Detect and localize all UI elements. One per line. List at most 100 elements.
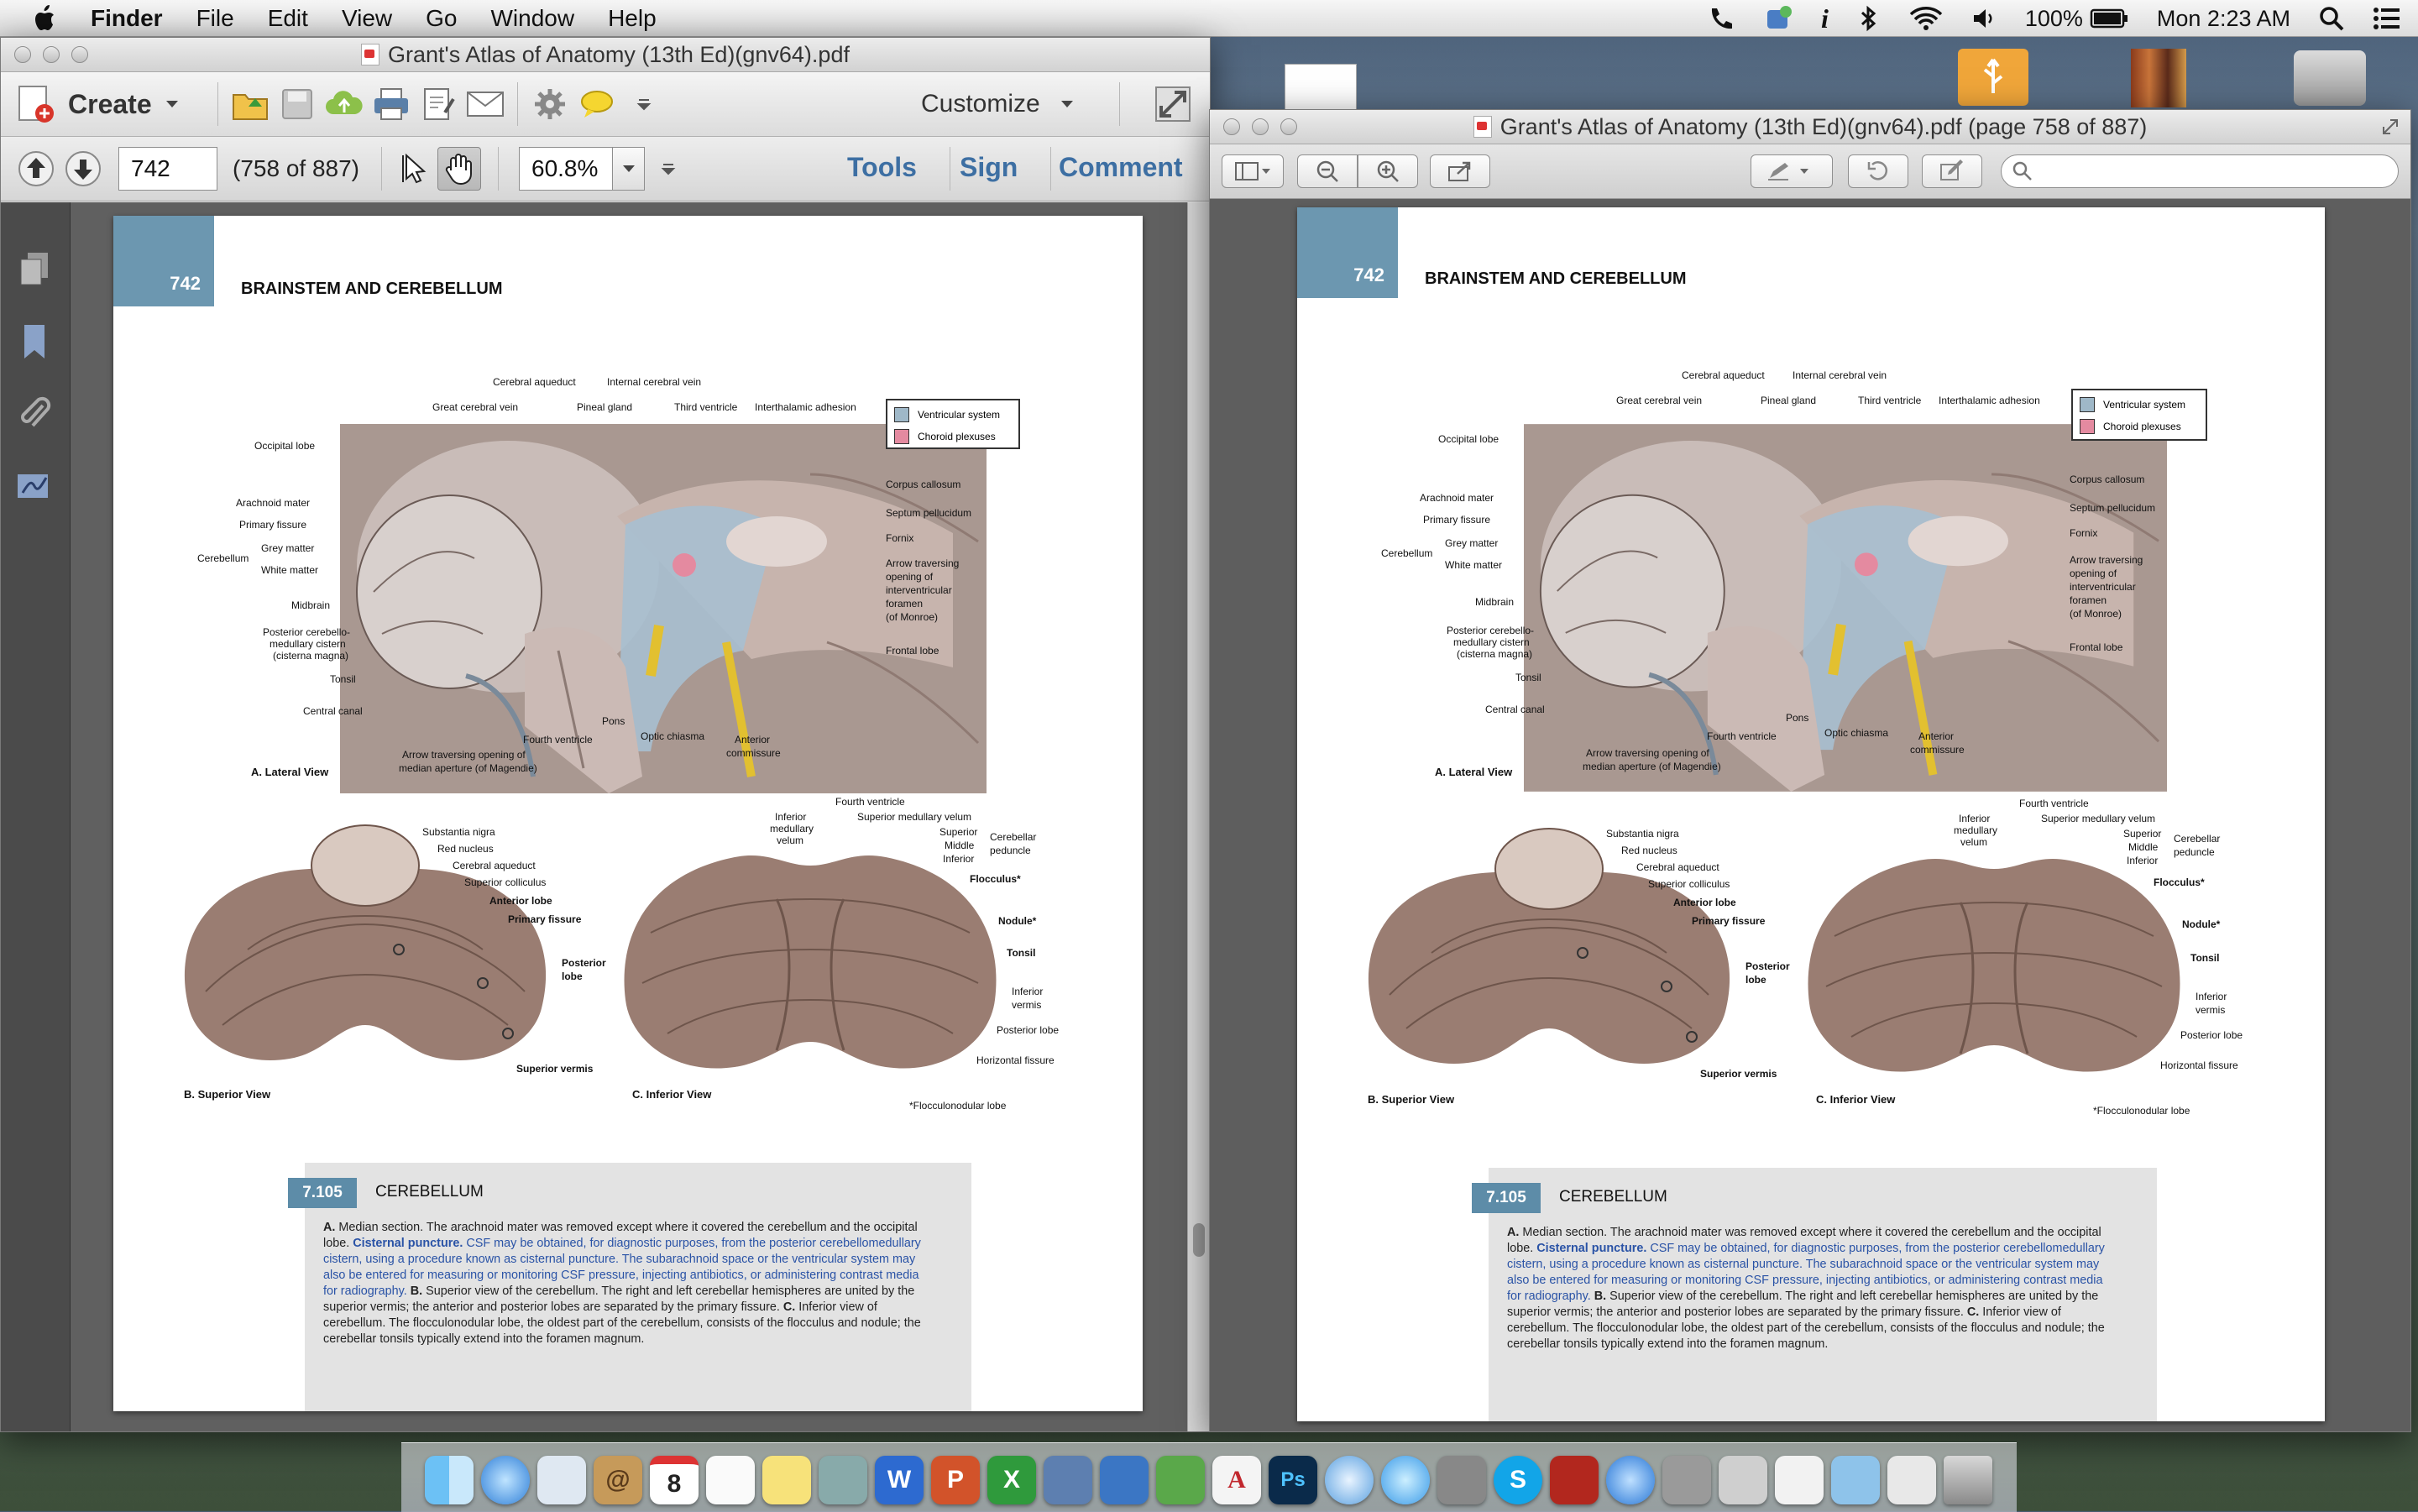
dock-documents-stack-icon[interactable] (1775, 1456, 1824, 1504)
toolbar-overflow-icon[interactable] (645, 145, 692, 192)
comment-pane-button[interactable]: Comment (1059, 152, 1183, 183)
label-peduncle-inferior: Inferior (2127, 855, 2159, 866)
desktop-usb-drive-icon[interactable] (1958, 49, 2028, 106)
apple-menu-icon[interactable] (29, 2, 62, 35)
dock-facetime-icon[interactable] (1437, 1456, 1486, 1504)
fullscreen-icon[interactable] (1149, 81, 1196, 128)
dock-finder-icon[interactable] (425, 1456, 474, 1504)
bookmarks-panel-icon[interactable] (21, 323, 48, 364)
tools-pane-button[interactable]: Tools (847, 152, 917, 183)
volume-icon[interactable] (1971, 6, 1997, 31)
signatures-panel-icon[interactable] (16, 469, 53, 507)
dock-notes-icon[interactable] (762, 1456, 811, 1504)
dock-applications-folder-icon[interactable] (1831, 1456, 1880, 1504)
zoom-button[interactable] (71, 46, 88, 63)
edit-document-icon[interactable] (415, 81, 462, 128)
create-button[interactable]: Create (16, 83, 181, 125)
minimize-button[interactable] (1252, 118, 1269, 135)
dock-reminders-icon[interactable] (706, 1456, 755, 1504)
preview-titlebar[interactable]: Grant's Atlas of Anatomy (13th Ed)(gnv64… (1210, 110, 2410, 144)
spotlight-icon[interactable] (2319, 6, 2344, 31)
dock-powerpoint-icon[interactable]: P (931, 1456, 980, 1504)
close-button[interactable] (1223, 118, 1240, 135)
dock-trash-icon[interactable] (1944, 1456, 1992, 1504)
minimize-button[interactable] (43, 46, 60, 63)
dock-skype-icon[interactable]: S (1494, 1456, 1542, 1504)
next-page-icon[interactable] (60, 145, 107, 192)
dock-mail-icon[interactable] (537, 1456, 586, 1504)
zoom-dropdown-button[interactable] (613, 147, 645, 191)
dock-appstore-icon[interactable] (1606, 1456, 1655, 1504)
label-posterior-lobe-b: Posterior (1745, 960, 1790, 972)
desktop-harddrive-icon[interactable] (2294, 50, 2366, 106)
attachments-panel-icon[interactable] (18, 395, 51, 437)
hand-tool-icon[interactable] (437, 147, 481, 191)
customize-button[interactable]: Customize (921, 72, 1076, 136)
share-button[interactable] (1430, 154, 1490, 188)
desktop-document-thumbnail[interactable] (1285, 64, 1357, 114)
dock-keynote-icon[interactable] (1100, 1456, 1149, 1504)
open-folder-icon[interactable] (227, 81, 274, 128)
wifi-icon[interactable] (1909, 6, 1943, 31)
zoom-out-button[interactable] (1297, 154, 1358, 188)
menu-view[interactable]: View (342, 5, 392, 32)
print-icon[interactable] (368, 81, 415, 128)
acrobat-titlebar[interactable]: Grant's Atlas of Anatomy (13th Ed)(gnv64… (1, 38, 1210, 72)
fullscreen-icon[interactable] (2380, 117, 2400, 143)
dock-iphoto-icon[interactable] (819, 1456, 867, 1504)
dock-safari-icon[interactable] (481, 1456, 530, 1504)
zoom-level-input[interactable]: 60.8% (519, 147, 613, 191)
notification-center-icon[interactable] (2373, 7, 2401, 30)
dock-messages-icon[interactable] (1381, 1456, 1430, 1504)
dock-contacts-icon[interactable]: @ (594, 1456, 642, 1504)
select-arrow-icon[interactable] (390, 145, 437, 192)
sign-pane-button[interactable]: Sign (960, 152, 1018, 183)
label-substantia-nigra: Substantia nigra (422, 826, 495, 838)
battery-icon[interactable] (2090, 8, 2128, 29)
menu-file[interactable]: File (196, 5, 234, 32)
close-button[interactable] (14, 46, 31, 63)
edit-toolbar-button[interactable] (1922, 154, 1982, 188)
zoom-in-button[interactable] (1358, 154, 1418, 188)
sync-badge-icon[interactable] (1764, 5, 1793, 32)
comment-bubble-icon[interactable] (573, 81, 620, 128)
info-icon[interactable]: i (1821, 3, 1829, 34)
dock-xcode-icon[interactable] (1044, 1456, 1092, 1504)
upload-cloud-icon[interactable] (321, 81, 368, 128)
gear-icon[interactable] (526, 81, 573, 128)
menu-app-name[interactable]: Finder (91, 5, 163, 32)
dock-word-icon[interactable]: W (875, 1456, 924, 1504)
dock-preview-icon[interactable] (1719, 1456, 1767, 1504)
dock-photoshop-icon[interactable]: Ps (1269, 1456, 1317, 1504)
dock-photobooth-icon[interactable] (1550, 1456, 1599, 1504)
annotate-button[interactable] (1751, 154, 1833, 188)
pages-panel-icon[interactable] (18, 251, 51, 292)
save-icon[interactable] (274, 81, 321, 128)
dock-downloads-stack-icon[interactable] (1887, 1456, 1936, 1504)
zoom-button[interactable] (1280, 118, 1297, 135)
sidebar-view-button[interactable] (1222, 154, 1284, 188)
dock-calendar-icon[interactable]: 8 (650, 1456, 699, 1504)
menu-go[interactable]: Go (426, 5, 457, 32)
battery-percent[interactable]: 100% (2025, 6, 2083, 32)
email-icon[interactable] (462, 81, 509, 128)
previous-page-icon[interactable] (13, 145, 60, 192)
menu-edit[interactable]: Edit (268, 5, 308, 32)
dock-excel-icon[interactable]: X (987, 1456, 1036, 1504)
scrollbar-thumb[interactable] (1193, 1223, 1205, 1257)
page-number-input[interactable]: 742 (118, 147, 217, 191)
dock-itunes-icon[interactable] (1325, 1456, 1374, 1504)
menu-help[interactable]: Help (608, 5, 657, 32)
toolbar-overflow-icon[interactable] (620, 81, 667, 128)
dock-system-preferences-icon[interactable] (1662, 1456, 1711, 1504)
dock-acrobat-icon[interactable]: A (1212, 1456, 1261, 1504)
phone-icon[interactable] (1707, 5, 1735, 32)
menu-window[interactable]: Window (490, 5, 574, 32)
preview-search-field[interactable] (2001, 154, 2399, 188)
acrobat-scrollbar[interactable] (1187, 202, 1210, 1431)
rotate-button[interactable] (1848, 154, 1908, 188)
bluetooth-icon[interactable] (1857, 5, 1881, 32)
menu-clock[interactable]: Mon 2:23 AM (2157, 6, 2290, 32)
dock-numbers-icon[interactable] (1156, 1456, 1205, 1504)
desktop-books-icon[interactable] (2131, 49, 2186, 107)
